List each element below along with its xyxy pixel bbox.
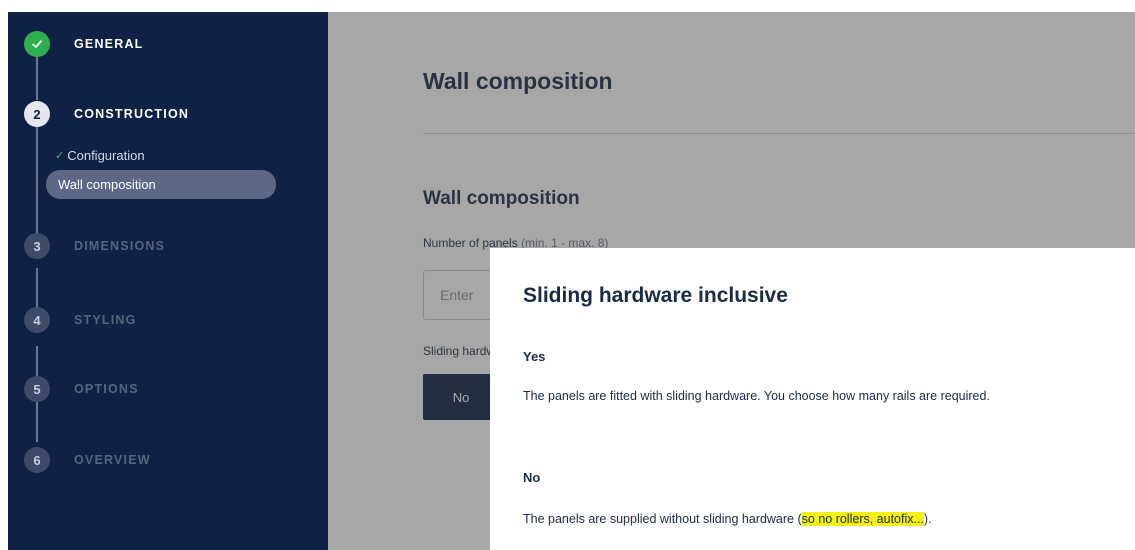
step-label: OVERVIEW [74, 453, 151, 467]
description-text: ). [923, 512, 932, 526]
step-label: GENERAL [74, 37, 144, 51]
check-icon: ✓ [55, 150, 65, 162]
sliding-hardware-info-modal: Sliding hardware inclusive Yes The panel… [490, 248, 1135, 550]
configurator-app: GENERAL 2 CONSTRUCTION ✓ Configuration W… [0, 0, 1135, 550]
step-general[interactable]: GENERAL [24, 31, 144, 57]
option-yes-description: The panels are fitted with sliding hardw… [523, 389, 990, 403]
substep-wall-composition[interactable]: Wall composition [46, 170, 276, 199]
step-number: 6 [24, 447, 50, 473]
step-label: STYLING [74, 313, 137, 327]
step-dimensions[interactable]: 3 DIMENSIONS [24, 233, 165, 259]
check-icon [24, 31, 50, 57]
step-number: 4 [24, 307, 50, 333]
option-yes-title: Yes [523, 349, 546, 364]
step-number: 3 [24, 233, 50, 259]
modal-title: Sliding hardware inclusive [523, 284, 788, 307]
highlighted-text: so no rollers, autofix... [801, 512, 924, 526]
step-overview[interactable]: 6 OVERVIEW [24, 447, 151, 473]
option-no-title: No [523, 470, 541, 485]
step-options[interactable]: 5 OPTIONS [24, 376, 139, 402]
step-label: CONSTRUCTION [74, 107, 190, 121]
step-styling[interactable]: 4 STYLING [24, 307, 137, 333]
description-text: The panels are supplied without sliding … [523, 512, 802, 526]
step-construction[interactable]: 2 CONSTRUCTION [24, 101, 189, 127]
option-no-description: The panels are supplied without sliding … [523, 512, 932, 526]
substep-label: Configuration [67, 148, 145, 163]
step-number: 5 [24, 376, 50, 402]
step-connector [36, 126, 38, 242]
step-number: 2 [24, 101, 50, 127]
step-label: OPTIONS [74, 382, 139, 396]
step-sidebar: GENERAL 2 CONSTRUCTION ✓ Configuration W… [8, 12, 328, 550]
step-label: DIMENSIONS [74, 239, 166, 253]
step-connector [36, 402, 38, 442]
substep-label: Wall composition [58, 177, 156, 192]
substep-configuration[interactable]: ✓ Configuration [55, 148, 145, 163]
